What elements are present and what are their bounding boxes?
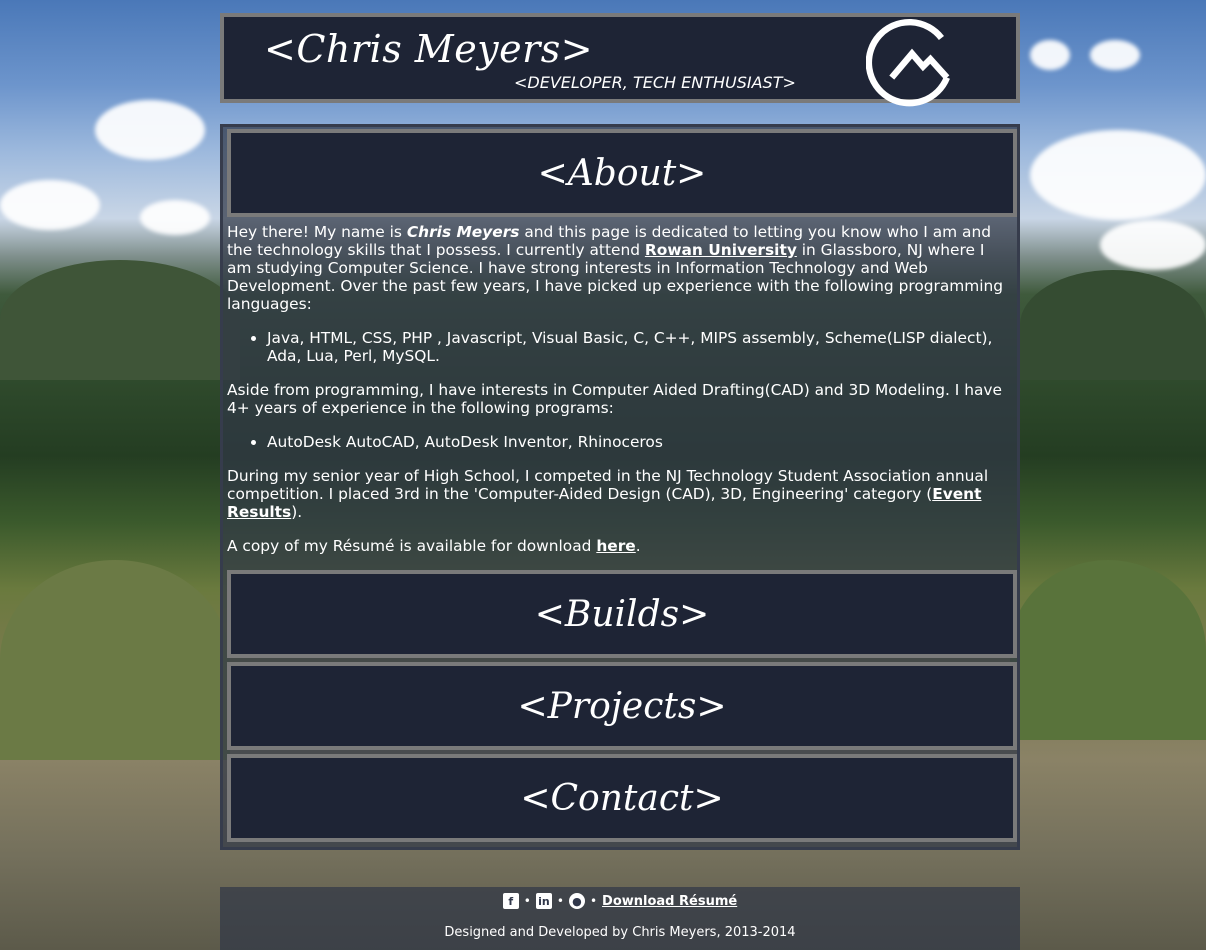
about-p4-a: A copy of my Résumé is available for dow… xyxy=(227,537,597,555)
facebook-icon[interactable]: f xyxy=(502,893,519,909)
cm-logo-icon xyxy=(866,18,950,107)
programs-item: AutoDesk AutoCAD, AutoDesk Inventor, Rhi… xyxy=(267,433,1013,451)
linkedin-icon[interactable]: in xyxy=(535,893,552,909)
about-p3-a: During my senior year of High School, I … xyxy=(227,467,989,503)
about-paragraph-1: Hey there! My name is Chris Meyers and t… xyxy=(227,223,1013,313)
section-contact-label: <Contact> xyxy=(520,777,724,819)
resume-here-link[interactable]: here xyxy=(596,537,635,555)
section-contact[interactable]: <Contact> xyxy=(227,754,1017,842)
rowan-university-link[interactable]: Rowan University xyxy=(645,241,797,259)
section-projects[interactable]: <Projects> xyxy=(227,662,1017,750)
section-builds[interactable]: <Builds> xyxy=(227,570,1017,658)
section-projects-label: <Projects> xyxy=(517,685,727,727)
github-icon[interactable]: ● xyxy=(568,893,585,909)
section-about[interactable]: <About> xyxy=(227,129,1017,217)
about-paragraph-4: A copy of my Résumé is available for dow… xyxy=(227,537,1013,555)
site-subtitle: <DEVELOPER, TECH ENTHUSIAST> xyxy=(514,73,796,92)
main-content: <About> Hey there! My name is Chris Meye… xyxy=(220,124,1020,850)
section-about-label: <About> xyxy=(537,152,707,194)
about-name: Chris Meyers xyxy=(406,223,520,241)
footer-links: f • in • ● • Download Résumé xyxy=(220,893,1020,909)
separator-dot: • xyxy=(523,894,531,908)
download-resume-link[interactable]: Download Résumé xyxy=(602,894,737,909)
site-footer: f • in • ● • Download Résumé Designed an… xyxy=(220,887,1020,950)
separator-dot: • xyxy=(556,894,564,908)
about-text: Hey there! My name is Chris Meyers and t… xyxy=(227,223,1013,571)
about-p1-a: Hey there! My name is xyxy=(227,223,407,241)
languages-item: Java, HTML, CSS, PHP , Javascript, Visua… xyxy=(267,329,1013,365)
site-title: <Chris Meyers> xyxy=(264,27,594,71)
about-paragraph-3: During my senior year of High School, I … xyxy=(227,467,1013,521)
programs-list: AutoDesk AutoCAD, AutoDesk Inventor, Rhi… xyxy=(267,433,1013,451)
languages-list: Java, HTML, CSS, PHP , Javascript, Visua… xyxy=(267,329,1013,365)
separator-dot: • xyxy=(589,894,598,908)
site-header: <Chris Meyers> <DEVELOPER, TECH ENTHUSIA… xyxy=(220,13,1020,107)
about-paragraph-2: Aside from programming, I have interests… xyxy=(227,381,1002,417)
footer-credit: Designed and Developed by Chris Meyers, … xyxy=(444,925,796,940)
section-builds-label: <Builds> xyxy=(534,593,710,635)
about-p3-b: ). xyxy=(291,503,303,521)
about-p4-b: . xyxy=(635,537,641,555)
